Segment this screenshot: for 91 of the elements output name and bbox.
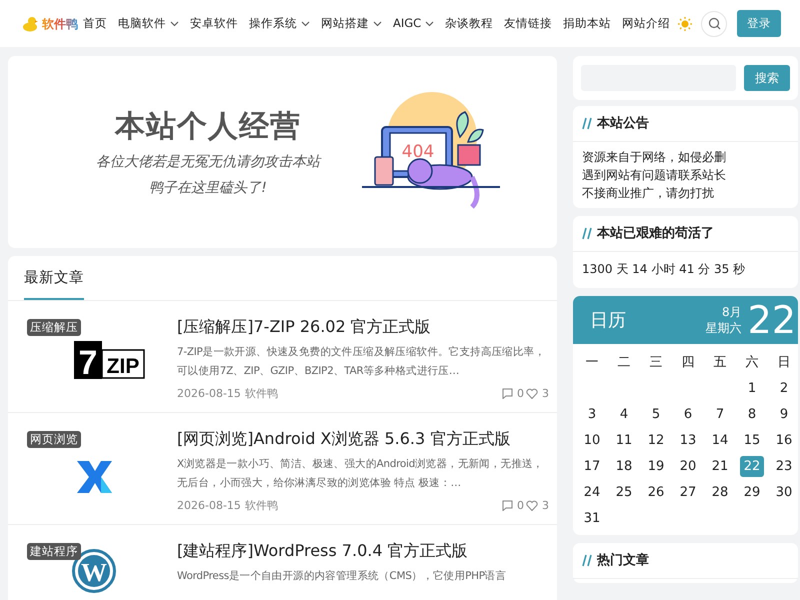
article-excerpt: WordPress是一个自由开源的内容管理系统（CMS），它使用PHP语言	[177, 568, 508, 584]
calendar-date[interactable]: 8	[740, 404, 764, 425]
calendar-date[interactable]: 17	[580, 456, 604, 477]
article-title[interactable]: [建站程序]WordPress 7.0.4 官方正式版	[177, 538, 549, 563]
calendar-date[interactable]: 7	[708, 404, 732, 425]
section-tab[interactable]: 最新文章	[24, 268, 84, 300]
calendar-date[interactable]: 5	[644, 404, 668, 425]
nav-link[interactable]: 杂谈教程	[445, 14, 494, 32]
calendar-date[interactable]: 15	[740, 430, 764, 451]
calendar-date[interactable]: 10	[580, 430, 604, 451]
widget-title: 热门文章	[597, 552, 649, 570]
article-excerpt: 7-ZIP是一款开源、快速及免费的文件压缩及解压缩软件。它支持高压缩比率，可以使用7Z、ZIP、GZIP、BZIP2、TAR等多种格式进行压…	[177, 344, 546, 379]
article-date: 2026-08-15	[177, 498, 241, 514]
weekday-label: 五	[714, 354, 726, 372]
calendar-date[interactable]: 1	[740, 378, 764, 399]
calendar-date[interactable]: 27	[676, 482, 700, 503]
calendar-date[interactable]: 12	[644, 430, 668, 451]
x-logo	[76, 460, 112, 493]
weekday-label: 三	[650, 354, 662, 372]
category-tag[interactable]: 压缩解压	[27, 318, 81, 336]
weekday-label: 二	[618, 354, 630, 372]
nav-link[interactable]: 操作系统	[249, 14, 310, 32]
article-author: 软件鸭	[244, 386, 278, 402]
calendar-date[interactable]: 24	[580, 482, 604, 503]
notice-text: 不接商业推广，请勿打扰	[582, 185, 715, 202]
nav-link[interactable]: 网站搭建	[321, 14, 382, 32]
weekday-label: 日	[778, 354, 790, 372]
calendar-date[interactable]: 11	[612, 430, 636, 451]
banner-title: 本站个人经营	[115, 108, 301, 146]
calendar-title: 日历	[590, 308, 626, 332]
calendar-date[interactable]: 31	[580, 508, 604, 529]
calendar-date[interactable]: 9	[772, 404, 796, 425]
article-title[interactable]: [网页浏览]Android X浏览器 5.6.3 官方正式版	[177, 426, 549, 451]
weekday-label: 一	[586, 354, 598, 372]
banner-text: 鸭子在这里磕头了!	[149, 178, 267, 198]
calendar-date[interactable]: 19	[644, 456, 668, 477]
comment-count: 0	[517, 386, 524, 402]
notice-text: 资源来自于网络，如侵必删	[582, 149, 727, 166]
calendar-date[interactable]: 20	[676, 456, 700, 477]
nav-link[interactable]: 电脑软件	[118, 14, 179, 32]
calendar-date[interactable]: 28	[708, 482, 732, 503]
calendar-date[interactable]: 18	[612, 456, 636, 477]
calendar-date[interactable]: 16	[772, 430, 796, 451]
calendar-month: 8月	[722, 304, 742, 320]
article-title[interactable]: [压缩解压]7-ZIP 26.02 官方正式版	[177, 314, 549, 339]
notice-text: 遇到网站有问题请联系站长	[582, 167, 727, 184]
category-tag[interactable]: 网页浏览	[27, 430, 81, 448]
weekday-label: 四	[682, 354, 694, 372]
like-count: 3	[542, 386, 549, 402]
nav-link[interactable]: 网站介绍	[622, 14, 670, 32]
like-count: 3	[542, 498, 549, 514]
search-button[interactable]	[701, 10, 728, 36]
calendar-date[interactable]: 23	[772, 456, 796, 477]
calendar-date[interactable]: 14	[708, 430, 732, 451]
comment-count: 0	[517, 498, 524, 514]
search-icon	[708, 17, 721, 30]
calendar-day: 22	[748, 296, 796, 344]
weekday-label: 六	[746, 354, 758, 372]
article-excerpt: X浏览器是一款小巧、简洁、极速、强大的Android浏览器，无新闻，无推送，无后台，小而强大，给你淋漓尽致的浏览体验 特点 极速：…	[177, 456, 544, 491]
uptime-text: 1300 天 14 小时 41 分 35 秒	[582, 261, 746, 278]
sun-icon[interactable]	[677, 16, 694, 32]
article-date: 2026-08-15	[177, 386, 241, 402]
zip-logo: 7 ZIP	[74, 340, 144, 380]
widget-title: 本站公告	[597, 114, 649, 133]
nav-link[interactable]: AIGC	[393, 14, 434, 32]
calendar-date[interactable]: 25	[612, 482, 636, 503]
nav-link[interactable]: 安卓软件	[190, 14, 238, 32]
cat-laptop-drawing: 404	[360, 87, 502, 217]
comment-icon	[502, 388, 513, 400]
calendar-date[interactable]: 13	[676, 430, 700, 451]
slash-icon	[582, 554, 592, 567]
calendar-date[interactable]: 6	[676, 404, 700, 425]
widget-title: 本站已艰难的苟活了	[597, 224, 714, 243]
calendar-date[interactable]: 4	[612, 404, 636, 425]
calendar-date[interactable]: 3	[580, 404, 604, 425]
slash-icon	[582, 227, 592, 240]
comment-icon	[502, 500, 513, 512]
calendar-date[interactable]: 29	[740, 482, 764, 503]
banner-text: 各位大佬若是无冤无仇请勿攻击本站	[96, 152, 320, 172]
nav-link[interactable]: 首页	[83, 14, 107, 32]
heart-icon[interactable]	[526, 500, 538, 512]
calendar-weekday: 星期六	[706, 320, 742, 336]
nav-link[interactable]: 捐助本站	[563, 14, 612, 32]
heart-icon[interactable]	[526, 388, 538, 400]
calendar-date[interactable]: 2	[772, 378, 796, 399]
nav-link[interactable]: 友情链接	[504, 14, 552, 32]
article-author: 软件鸭	[244, 498, 278, 514]
slash-icon	[582, 117, 592, 130]
calendar-date[interactable]: 26	[644, 482, 668, 503]
calendar-date[interactable]: 21	[708, 456, 732, 477]
calendar-date[interactable]: 30	[772, 482, 796, 503]
